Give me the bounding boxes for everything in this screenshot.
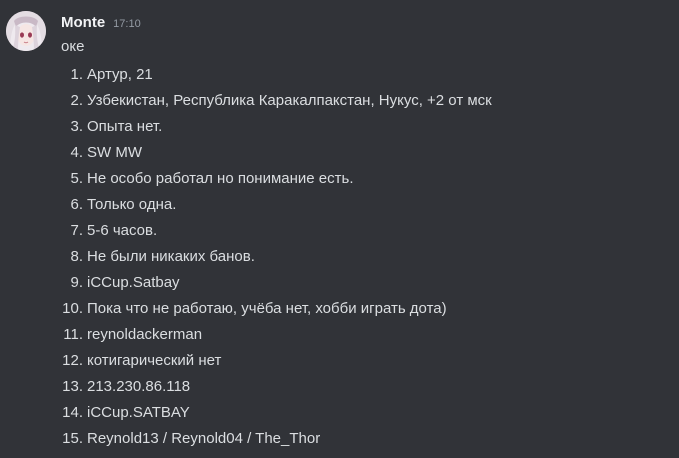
list-item: 10. Пока что не работаю, учёба нет, хобби… — [0, 299, 679, 325]
list-item-text: 5-6 часов. — [87, 222, 158, 239]
list-item: 5. Не особо работал но понимание есть. — [0, 169, 679, 195]
list-item: 9. iCCup.Satbay — [0, 273, 679, 299]
avatar-image — [6, 11, 46, 51]
chat-message: Monte 17:10 оке 1. Артур, 21 2. Узбекистан,… — [0, 0, 679, 458]
list-item-text: Reynold13 / Reynold04 / The_Thor — [87, 430, 321, 447]
list-item: 4. SW MW — [0, 143, 679, 169]
list-item-number: 8. — [70, 248, 83, 265]
list-item-text: Пока что не работаю, учёба нет, хобби иг… — [87, 300, 447, 317]
message-first-line: оке — [61, 38, 85, 55]
list-item: 13. 213.230.86.118 — [0, 377, 679, 403]
list-item-number: 2. — [70, 92, 83, 109]
list-item-text: Только одна. — [87, 196, 177, 213]
list-item-number: 7. — [70, 222, 83, 239]
list-item: 3. Опыта нет. — [0, 117, 679, 143]
list-item-text: reynoldackerman — [87, 326, 203, 343]
list-item-text: Артур, 21 — [87, 66, 153, 83]
list-item-number: 6. — [70, 196, 83, 213]
list-item: 7. 5-6 часов. — [0, 221, 679, 247]
list-item-text: iCCup.Satbay — [87, 274, 180, 291]
list-item-number: 15. — [62, 430, 83, 447]
list-item-text: Узбекистан, Республика Каракалпакстан, Н… — [87, 92, 492, 109]
message-timestamp: 17:10 — [113, 18, 141, 30]
user-avatar[interactable] — [6, 11, 46, 51]
list-item-text: Опыта нет. — [87, 118, 163, 135]
list-item: 12. котигарический нет — [0, 351, 679, 377]
list-item-text: Не были никаких банов. — [87, 248, 255, 265]
list-item: 8. Не были никаких банов. — [0, 247, 679, 273]
list-item: 15. Reynold13 / Reynold04 / The_Thor — [0, 429, 679, 455]
list-item-number: 11. — [63, 326, 83, 343]
answer-list: 1. Артур, 21 2. Узбекистан, Республика Кара… — [0, 65, 679, 455]
list-item-number: 5. — [70, 170, 83, 187]
list-item: 6. Только одна. — [0, 195, 679, 221]
list-item-text: котигарический нет — [87, 352, 222, 369]
list-item: 2. Узбекистан, Республика Каракалпакстан,… — [0, 91, 679, 117]
list-item-number: 13. — [62, 378, 83, 395]
list-item-number: 1. — [70, 66, 83, 83]
list-item-number: 10. — [62, 300, 83, 317]
list-item-text: iCCup.SATBAY — [87, 404, 190, 421]
list-item-number: 4. — [70, 144, 83, 161]
list-item-text: SW MW — [87, 144, 142, 161]
list-item: 14. iCCup.SATBAY — [0, 403, 679, 429]
username[interactable]: Monte — [61, 14, 105, 31]
list-item-text: 213.230.86.118 — [87, 378, 191, 395]
list-item: 11. reynoldackerman — [0, 325, 679, 351]
list-item-number: 14. — [62, 404, 83, 421]
list-item-number: 3. — [70, 118, 83, 135]
message-header: Monte 17:10 — [61, 14, 141, 34]
list-item: 1. Артур, 21 — [0, 65, 679, 91]
list-item-text: Не особо работал но понимание есть. — [87, 170, 354, 187]
list-item-number: 9. — [70, 274, 83, 291]
list-item-number: 12. — [62, 352, 83, 369]
